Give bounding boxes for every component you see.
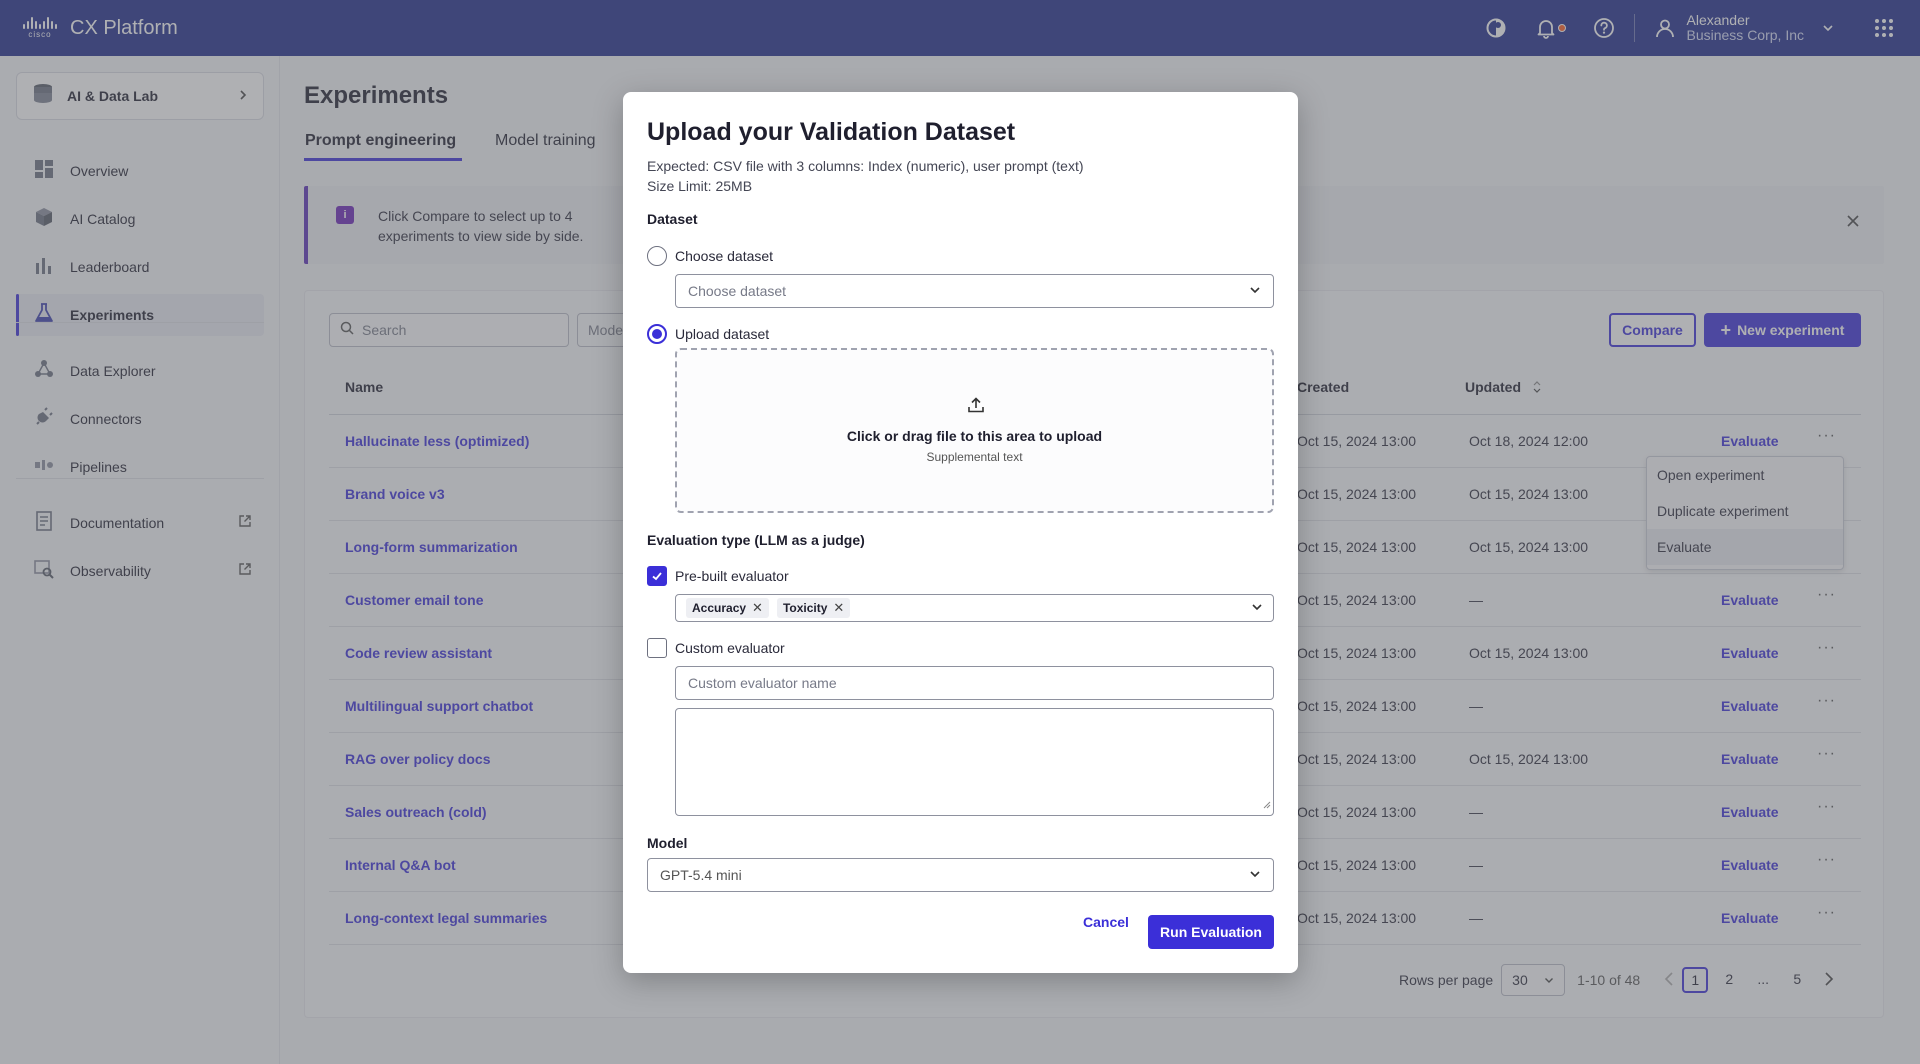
radio-unchecked[interactable] [647,246,667,266]
custom-evaluator-placeholder: Custom evaluator name [688,675,837,691]
model-value: GPT-5.4 mini [660,867,742,883]
custom-evaluator-name-input[interactable]: Custom evaluator name [675,666,1274,700]
file-dropzone[interactable]: Click or drag file to this area to uploa… [675,348,1274,513]
cancel-button[interactable]: Cancel [1083,914,1129,930]
size-limit-text: Size Limit: 25MB [647,178,753,194]
dropzone-text: Click or drag file to this area to uploa… [846,428,1103,444]
custom-evaluator-label: Custom evaluator [675,640,785,656]
chevron-down-icon [1249,283,1261,299]
run-evaluation-button[interactable]: Run Evaluation [1148,915,1274,949]
model-select[interactable]: GPT-5.4 mini [647,858,1274,892]
evaluator-chip-accuracy[interactable]: Accuracy ✕ [686,598,769,618]
upload-dataset-radio[interactable]: Upload dataset [647,324,769,344]
choose-dataset-label: Choose dataset [675,248,774,264]
choose-dataset-placeholder: Choose dataset [688,283,787,299]
prebuilt-evaluator-multiselect[interactable]: Accuracy ✕ Toxicity ✕ [675,594,1274,622]
expected-format-text: Expected: CSV file with 3 columns: Index… [647,158,1084,174]
checkbox-unchecked[interactable] [647,638,667,658]
radio-checked[interactable] [647,324,667,344]
chevron-down-icon [1251,600,1263,616]
prebuilt-evaluator-checkbox[interactable]: Pre-built evaluator [647,566,789,586]
evaluation-type-label: Evaluation type (LLM as a judge) [647,532,865,548]
chevron-down-icon [1249,867,1261,883]
dataset-section-label: Dataset [647,211,698,227]
evaluator-chip-toxicity[interactable]: Toxicity ✕ [776,598,851,618]
custom-evaluator-checkbox[interactable]: Custom evaluator [647,638,785,658]
choose-dataset-radio[interactable]: Choose dataset [647,246,773,266]
resize-handle-icon[interactable] [1261,796,1271,813]
upload-dataset-modal: Upload your Validation Dataset Expected:… [623,92,1298,973]
close-icon[interactable]: ✕ [833,600,844,616]
model-section-label: Model [647,835,688,851]
chip-label: Toxicity [782,601,828,615]
upload-icon [967,396,985,418]
chip-label: Accuracy [692,601,747,615]
check-icon [652,572,662,581]
dropzone-subtext: Supplemental text [926,450,1023,464]
upload-dataset-label: Upload dataset [675,326,770,342]
choose-dataset-select[interactable]: Choose dataset [675,274,1274,308]
checkbox-checked[interactable] [647,566,667,586]
modal-title: Upload your Validation Dataset [647,118,1016,146]
close-icon[interactable]: ✕ [752,600,763,616]
prebuilt-evaluator-label: Pre-built evaluator [675,568,789,584]
custom-evaluator-prompt-textarea[interactable] [675,708,1274,816]
